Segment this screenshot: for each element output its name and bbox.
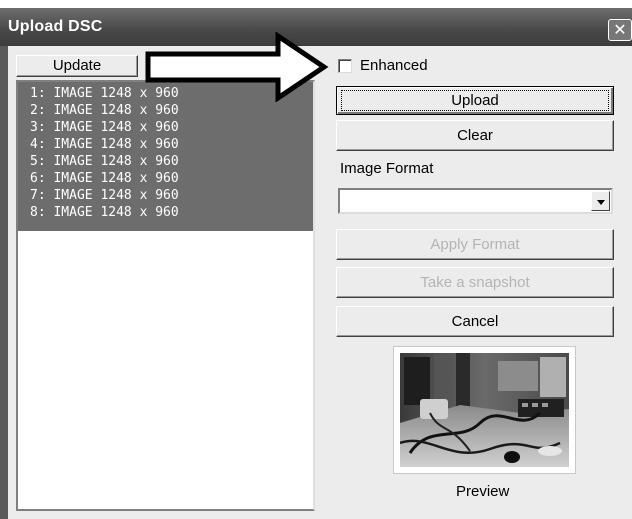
take-snapshot-button[interactable]: Take a snapshot	[336, 267, 614, 298]
window-title: Upload DSC	[8, 18, 103, 35]
update-button[interactable]: Update	[16, 55, 138, 77]
image-format-select[interactable]	[338, 188, 613, 214]
image-format-label: Image Format	[340, 160, 434, 177]
preview-label: Preview	[456, 483, 510, 500]
enhanced-label[interactable]: Enhanced	[360, 57, 428, 74]
cancel-button-label: Cancel	[451, 313, 499, 330]
chevron-down-icon	[597, 200, 605, 205]
image-list[interactable]: 1: IMAGE 1248 x 960 2: IMAGE 1248 x 960 …	[16, 80, 315, 511]
enhanced-checkbox[interactable]	[338, 59, 352, 73]
cancel-button[interactable]: Cancel	[336, 306, 614, 337]
focus-indicator	[341, 90, 609, 111]
image-format-dropdown-button[interactable]	[591, 191, 610, 211]
close-icon: ✕	[613, 20, 627, 39]
list-item[interactable]: 3: IMAGE 1248 x 960	[30, 121, 179, 134]
preview-image	[400, 353, 569, 467]
list-item[interactable]: 5: IMAGE 1248 x 960	[30, 155, 179, 168]
arrow-annotation-icon	[145, 32, 329, 102]
list-item[interactable]: 6: IMAGE 1248 x 960	[30, 172, 179, 185]
list-item[interactable]: 7: IMAGE 1248 x 960	[30, 189, 179, 202]
upload-button[interactable]: Upload	[336, 86, 614, 115]
list-item[interactable]: 8: IMAGE 1248 x 960	[30, 206, 179, 219]
clear-button-label: Clear	[457, 127, 493, 144]
close-button[interactable]: ✕	[608, 19, 632, 41]
preview-thumbnail	[393, 346, 576, 474]
clear-button[interactable]: Clear	[336, 120, 614, 151]
take-snapshot-button-label: Take a snapshot	[420, 274, 530, 291]
list-item[interactable]: 4: IMAGE 1248 x 960	[30, 138, 179, 151]
update-button-label: Update	[52, 57, 102, 74]
apply-format-button[interactable]: Apply Format	[336, 229, 614, 260]
apply-format-button-label: Apply Format	[430, 236, 520, 253]
list-item[interactable]: 2: IMAGE 1248 x 960	[30, 104, 179, 117]
